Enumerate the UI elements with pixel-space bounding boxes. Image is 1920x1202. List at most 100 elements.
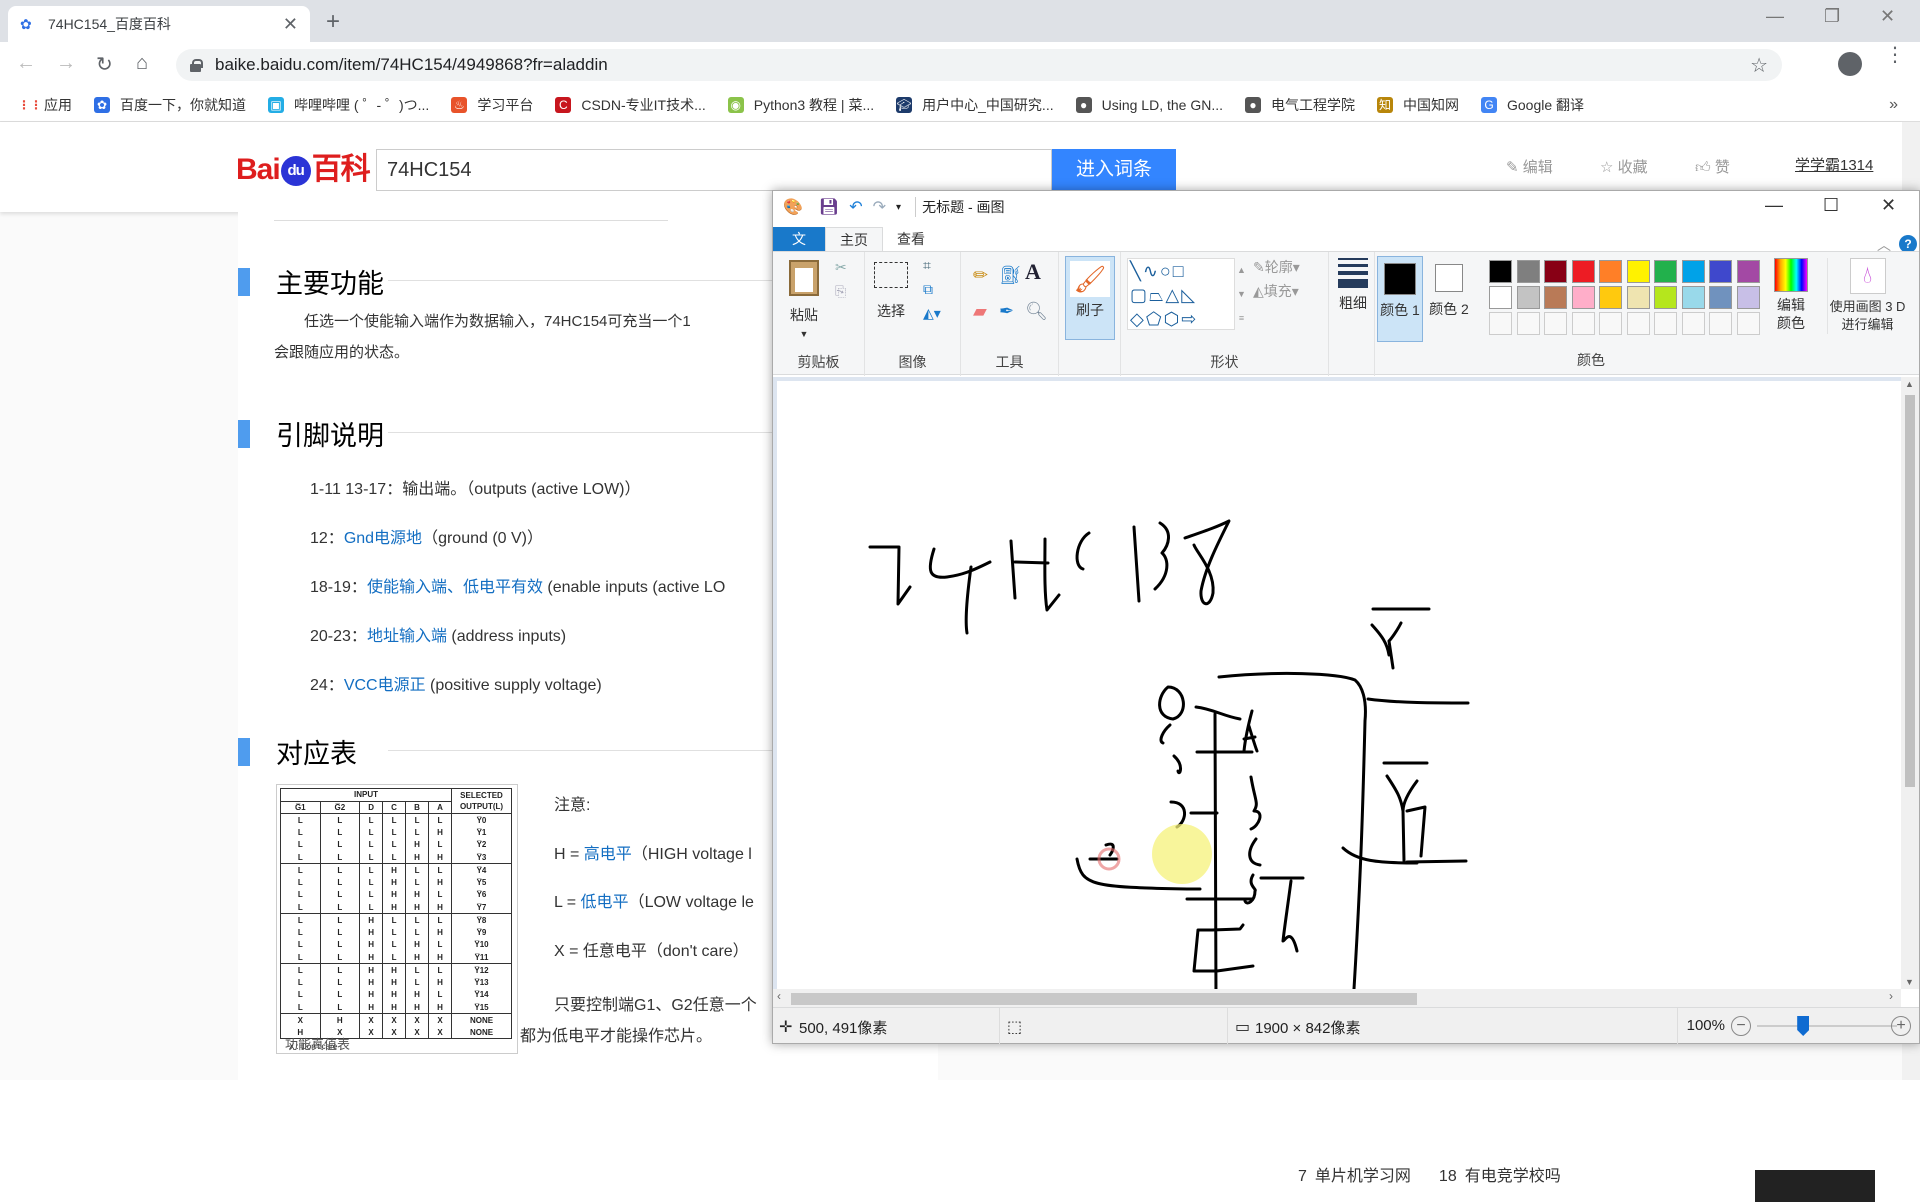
bookmark-item[interactable]: ● Using LD, the GN...	[1075, 96, 1223, 113]
custom-color-slot[interactable]	[1709, 312, 1732, 335]
related-item[interactable]: 7 单片机学习网	[1298, 1168, 1411, 1185]
eraser-icon[interactable]: ▰	[973, 302, 987, 321]
tab-home[interactable]: 主页	[825, 227, 883, 251]
bookmark-item[interactable]: ⋮⋮ 应用	[18, 95, 72, 115]
rotate-icon[interactable]: ◭▾	[923, 304, 941, 323]
canvas-vertical-scrollbar[interactable]: ▲ ▼	[1901, 377, 1919, 989]
bookmark-item[interactable]: G Google 翻译	[1481, 95, 1584, 115]
edit-button[interactable]: ✎ 编辑	[1506, 156, 1553, 177]
zoom-slider-thumb[interactable]	[1797, 1016, 1810, 1036]
more-bookmarks-icon[interactable]: »	[1889, 96, 1898, 114]
cut-icon[interactable]: ✂	[835, 258, 847, 277]
custom-color-slot[interactable]	[1626, 312, 1650, 335]
crop-icon[interactable]: ⌗	[923, 256, 931, 275]
customize-toolbar-icon[interactable]: ▾	[896, 202, 901, 213]
bookmark-item[interactable]: 知中国知网	[1377, 95, 1459, 115]
custom-color-slot[interactable]	[1489, 312, 1512, 335]
shapes-scroll-icon[interactable]: ▲ ▼ ≡	[1237, 258, 1246, 330]
close-window-button[interactable]: ✕	[1880, 6, 1895, 27]
outline-button[interactable]: ✎轮廓▾	[1253, 258, 1300, 277]
paint-close-button[interactable]: ✕	[1881, 195, 1896, 216]
palette-color-swatch[interactable]	[1489, 260, 1512, 283]
horizontal-scroll-thumb[interactable]	[791, 993, 1417, 1005]
scroll-up-icon[interactable]: ▲	[1905, 379, 1914, 389]
custom-color-slot[interactable]	[1599, 312, 1622, 335]
palette-color-swatch[interactable]	[1736, 286, 1760, 309]
scroll-right-icon[interactable]: ›	[1889, 989, 1893, 1003]
floating-video-thumbnail[interactable]	[1755, 1170, 1875, 1202]
palette-color-swatch[interactable]	[1709, 260, 1732, 283]
scroll-down-icon[interactable]: ▼	[1905, 977, 1914, 987]
vertical-scroll-thumb[interactable]	[1905, 395, 1915, 787]
pin-link[interactable]: 地址输入端	[367, 628, 447, 645]
custom-color-slot[interactable]	[1736, 312, 1760, 335]
custom-color-slot[interactable]	[1516, 312, 1540, 335]
color1-button[interactable]: 颜色 1	[1377, 256, 1423, 342]
paste-button[interactable]: 粘贴 ▼	[781, 260, 827, 344]
bookmark-star-icon[interactable]: ☆	[1750, 53, 1768, 78]
custom-color-slot[interactable]	[1571, 312, 1595, 335]
magnifier-icon[interactable]: 🔍︎	[1025, 302, 1048, 321]
palette-color-swatch[interactable]	[1516, 286, 1540, 309]
browser-menu-icon[interactable]: ⋮	[1885, 45, 1905, 65]
zoom-slider[interactable]	[1757, 1025, 1897, 1027]
address-bar[interactable]: baike.baidu.com/item/74HC154/4949868?fr=…	[176, 49, 1782, 81]
resize-icon[interactable]: ⧉	[923, 280, 933, 299]
palette-color-swatch[interactable]	[1681, 260, 1705, 283]
palette-color-swatch[interactable]	[1544, 286, 1567, 309]
high-level-link[interactable]: 高电平	[584, 846, 632, 863]
palette-color-swatch[interactable]	[1654, 260, 1677, 283]
bookmark-item[interactable]: ◉ Python3 教程 | 菜...	[727, 95, 874, 115]
copy-icon[interactable]: ⎘	[835, 282, 846, 301]
pencil-tool-icon[interactable]: ✏	[973, 266, 988, 285]
brush-button[interactable]: 🖌︎ 刷子	[1065, 256, 1115, 340]
redo-icon[interactable]: ↷	[873, 197, 886, 217]
paint3d-button[interactable]: 💧︎ 使用画图 3 D 进行编辑	[1827, 258, 1907, 334]
truth-table-figure[interactable]: INPUT SELECTED OUTPUT(L) G̅1 G̅2 D C B A LLLLL…	[276, 784, 518, 1054]
bookmark-item[interactable]: 🎓︎ 用户中心_中国研究...	[896, 95, 1054, 115]
new-tab-button[interactable]: +	[326, 8, 340, 36]
paint-minimize-button[interactable]: —	[1765, 195, 1783, 216]
palette-color-swatch[interactable]	[1516, 260, 1540, 283]
favorite-button[interactable]: ☆ 收藏	[1600, 156, 1648, 177]
palette-color-swatch[interactable]	[1599, 286, 1622, 309]
username-link[interactable]: 学学霸1314	[1795, 154, 1873, 175]
related-item[interactable]: 18 有电竞学校吗	[1439, 1168, 1561, 1185]
palette-color-swatch[interactable]	[1571, 286, 1595, 309]
profile-avatar-icon[interactable]	[1838, 52, 1862, 76]
palette-color-swatch[interactable]	[1654, 286, 1677, 309]
custom-color-slot[interactable]	[1544, 312, 1567, 335]
palette-color-swatch[interactable]	[1681, 286, 1705, 309]
low-level-link[interactable]: 低电平	[581, 894, 629, 911]
color-picker-icon[interactable]: ✒	[999, 302, 1014, 321]
browser-tab[interactable]: ✿ 74HC154_百度百科 ✕	[8, 6, 310, 42]
edit-colors-button[interactable]: 编辑颜色	[1769, 258, 1813, 332]
custom-color-slot[interactable]	[1654, 312, 1677, 335]
bookmark-item[interactable]: ▣ 哔哩哔哩 ( ゜- ゜)つ...	[268, 95, 429, 115]
fill-button[interactable]: ◭填充▾	[1253, 282, 1299, 301]
canvas-horizontal-scrollbar[interactable]: ‹ ›	[773, 989, 1901, 1007]
search-input[interactable]: 74HC154	[376, 149, 1052, 191]
pin-link[interactable]: 使能输入端、低电平有效	[367, 579, 543, 596]
enter-entry-button[interactable]: 进入词条	[1052, 149, 1176, 191]
bookmark-item[interactable]: ✿ 百度一下，你就知道	[94, 95, 246, 115]
palette-color-swatch[interactable]	[1599, 260, 1622, 283]
minimize-window-button[interactable]: —	[1766, 6, 1784, 27]
home-icon[interactable]: ⌂	[136, 52, 148, 75]
like-button[interactable]: 👍︎ 赞	[1695, 156, 1730, 177]
size-button[interactable]: 粗细	[1335, 258, 1371, 312]
pin-link[interactable]: VCC电源正	[344, 677, 426, 694]
tab-view[interactable]: 查看	[883, 227, 939, 251]
palette-color-swatch[interactable]	[1571, 260, 1595, 283]
drawing-canvas[interactable]	[777, 381, 1901, 1023]
palette-color-swatch[interactable]	[1626, 260, 1650, 283]
palette-color-swatch[interactable]	[1626, 286, 1650, 309]
shapes-gallery[interactable]: ╲∿○□ ▢⏢△◺ ◇⬠⬡⇨	[1127, 258, 1235, 330]
fill-bucket-icon[interactable]: ⛽︎	[999, 266, 1022, 285]
palette-color-swatch[interactable]	[1489, 286, 1512, 309]
forward-arrow-icon[interactable]: →	[56, 52, 76, 75]
bookmark-item[interactable]: C CSDN-专业IT技术...	[555, 95, 706, 115]
palette-color-swatch[interactable]	[1544, 260, 1567, 283]
back-arrow-icon[interactable]: ←	[16, 52, 36, 75]
zoom-in-button[interactable]: +	[1891, 1016, 1911, 1036]
